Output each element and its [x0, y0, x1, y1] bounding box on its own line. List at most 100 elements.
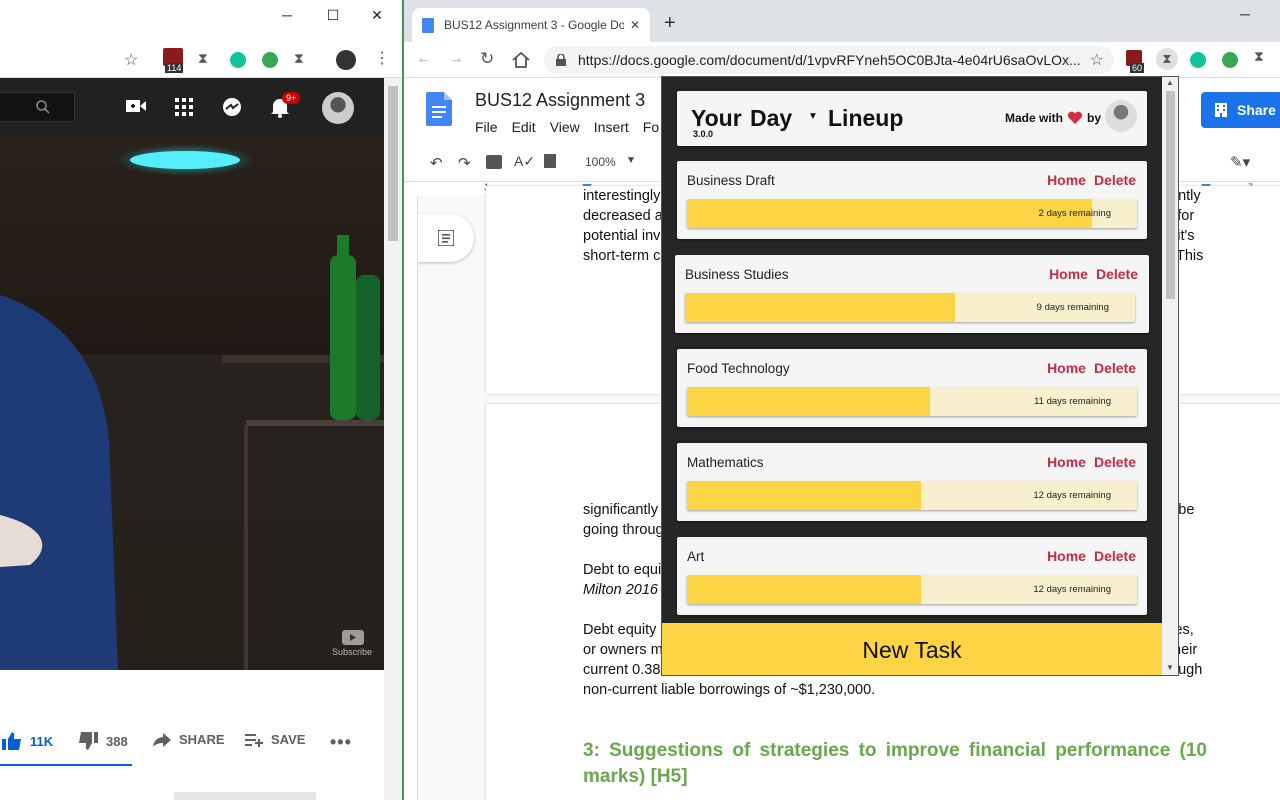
task-home-link[interactable]: Home	[1047, 172, 1086, 188]
share-button[interactable]: SHARE	[153, 732, 225, 747]
dislike-button[interactable]: 388	[78, 732, 128, 750]
youtube-window: ─ ☐ ✕ ☆ 114 ⧗ ⧗ ⋮ 9+ Subscribe 11K 388 S…	[0, 0, 402, 800]
profile-avatar[interactable]	[336, 50, 356, 70]
scroll-thumb[interactable]	[388, 86, 398, 241]
menu-edit[interactable]: Edit	[512, 119, 536, 135]
messages-icon[interactable]	[221, 97, 243, 117]
hourglass-icon[interactable]: ⧗	[1254, 48, 1264, 65]
bookmark-star-icon[interactable]: ☆	[124, 50, 138, 70]
new-tab-icon[interactable]: +	[664, 12, 676, 35]
document-outline-icon	[438, 230, 454, 246]
doc-line: interestingly	[583, 188, 661, 204]
doc-title[interactable]: BUS12 Assignment 3	[475, 90, 645, 111]
task-delete-link[interactable]: Delete	[1094, 454, 1136, 470]
search-icon[interactable]	[36, 100, 50, 114]
hourglass-icon[interactable]: ⧗	[198, 50, 208, 67]
section-heading: 3: Suggestions of strategies to improve …	[583, 740, 1207, 787]
address-bar[interactable]: https://docs.google.com/document/d/1vpvR…	[544, 46, 1114, 74]
task-card[interactable]: Art Home Delete 12 days remaining	[677, 537, 1147, 615]
save-button[interactable]: SAVE	[245, 732, 305, 747]
brand-caret-icon[interactable]: ▼	[808, 111, 818, 122]
share-button[interactable]: Share	[1201, 92, 1280, 128]
redo-icon[interactable]: ↷	[458, 154, 471, 172]
task-home-link[interactable]: Home	[1047, 548, 1086, 564]
tab-docs[interactable]: BUS12 Assignment 3 - Google Do ✕	[412, 8, 650, 42]
extension-green-icon[interactable]	[262, 52, 278, 68]
doc-line: current 0.38	[583, 662, 661, 678]
forward-arrow-icon[interactable]: →	[448, 50, 464, 68]
grammarly-icon[interactable]	[230, 52, 246, 68]
hourglass-icon[interactable]: ⧗	[1156, 48, 1178, 70]
like-ratio-bar	[0, 764, 132, 766]
scroll-thumb[interactable]	[1166, 91, 1175, 299]
video-player[interactable]: Subscribe	[0, 135, 384, 670]
task-progress-track: 11 days remaining	[687, 387, 1137, 416]
menu-insert[interactable]: Insert	[594, 119, 629, 135]
dropdown-arrow-icon[interactable]: ▼	[626, 155, 636, 166]
home-icon[interactable]	[512, 52, 530, 68]
minimize-button[interactable]: ─	[1240, 6, 1250, 22]
popup-header: Your Day ▼ Lineup 3.0.0 Made with by	[677, 91, 1147, 146]
like-count: 11K	[30, 733, 54, 749]
popup-scrollbar[interactable]: ▲ ▼	[1162, 77, 1178, 675]
task-card[interactable]: Mathematics Home Delete 12 days remaining	[677, 443, 1147, 521]
print-icon[interactable]	[486, 155, 502, 169]
extension-badge: 60	[1130, 63, 1145, 73]
task-home-link[interactable]: Home	[1047, 454, 1086, 470]
task-delete-link[interactable]: Delete	[1096, 266, 1138, 282]
new-task-button[interactable]: New Task	[662, 623, 1162, 675]
menu-format[interactable]: Fo	[643, 119, 659, 135]
back-arrow-icon[interactable]: ←	[416, 50, 432, 68]
task-delete-link[interactable]: Delete	[1094, 548, 1136, 564]
task-home-link[interactable]: Home	[1049, 266, 1088, 282]
outline-toggle[interactable]	[418, 214, 474, 262]
menu-file[interactable]: File	[475, 119, 498, 135]
video-camera-icon[interactable]	[126, 98, 146, 114]
menu-dots-icon[interactable]: ⋮	[374, 48, 390, 68]
like-button[interactable]: 11K	[2, 732, 53, 750]
brand-title-part1: Your	[691, 105, 742, 131]
spellcheck-icon[interactable]: A✓	[514, 153, 535, 170]
close-button[interactable]: ✕	[354, 4, 400, 26]
hourglass-icon[interactable]: ⧗	[294, 50, 304, 67]
task-card[interactable]: Business Draft Home Delete 2 days remaining	[677, 161, 1147, 239]
task-name: Mathematics	[687, 455, 764, 470]
undo-icon[interactable]: ↶	[430, 154, 443, 172]
left-scrollbar[interactable]	[384, 78, 402, 800]
search-box[interactable]	[0, 92, 75, 122]
minimize-button[interactable]: ─	[264, 4, 310, 26]
task-card[interactable]: Food Technology Home Delete 11 days remaini…	[677, 349, 1147, 427]
grammarly-icon[interactable]	[1190, 52, 1206, 68]
apps-grid-icon[interactable]	[175, 98, 193, 116]
tab-strip: BUS12 Assignment 3 - Google Do ✕ + ─	[404, 0, 1280, 42]
user-avatar[interactable]	[322, 92, 354, 124]
task-actions: Home Delete	[1049, 266, 1138, 282]
scroll-up-icon[interactable]: ▲	[1166, 78, 1174, 87]
editing-mode-icon[interactable]: ✎▾	[1230, 153, 1250, 171]
task-home-link[interactable]: Home	[1047, 360, 1086, 376]
scroll-down-icon[interactable]: ▼	[1166, 663, 1174, 672]
maximize-button[interactable]: ☐	[310, 4, 356, 26]
paint-format-icon[interactable]	[544, 154, 556, 168]
thumbs-down-icon	[79, 732, 98, 750]
version-label: 3.0.0	[693, 129, 714, 139]
docs-logo-icon[interactable]	[426, 92, 452, 126]
task-delete-link[interactable]: Delete	[1094, 172, 1136, 188]
video-frame-image: Subscribe	[0, 135, 384, 670]
doc-line: potential inv	[583, 228, 661, 244]
task-card[interactable]: Business Studies Home Delete 9 days remaini…	[675, 255, 1149, 333]
made-with-credit: Made with by	[1005, 111, 1101, 125]
task-delete-link[interactable]: Delete	[1094, 360, 1136, 376]
lock-icon	[556, 54, 566, 66]
author-avatar[interactable]	[1105, 100, 1137, 132]
zoom-select[interactable]: 100%	[585, 155, 616, 169]
menu-view[interactable]: View	[550, 119, 580, 135]
tab-close-icon[interactable]: ✕	[630, 18, 640, 32]
doc-line-end: This	[1176, 248, 1204, 264]
more-actions-icon[interactable]: •••	[330, 732, 352, 753]
extension-green-icon[interactable]	[1222, 52, 1238, 68]
reload-icon[interactable]: ↻	[480, 49, 494, 69]
by-label: by	[1087, 111, 1102, 125]
bookmark-star-icon[interactable]: ☆	[1090, 50, 1104, 70]
days-remaining: 12 days remaining	[1033, 490, 1111, 501]
